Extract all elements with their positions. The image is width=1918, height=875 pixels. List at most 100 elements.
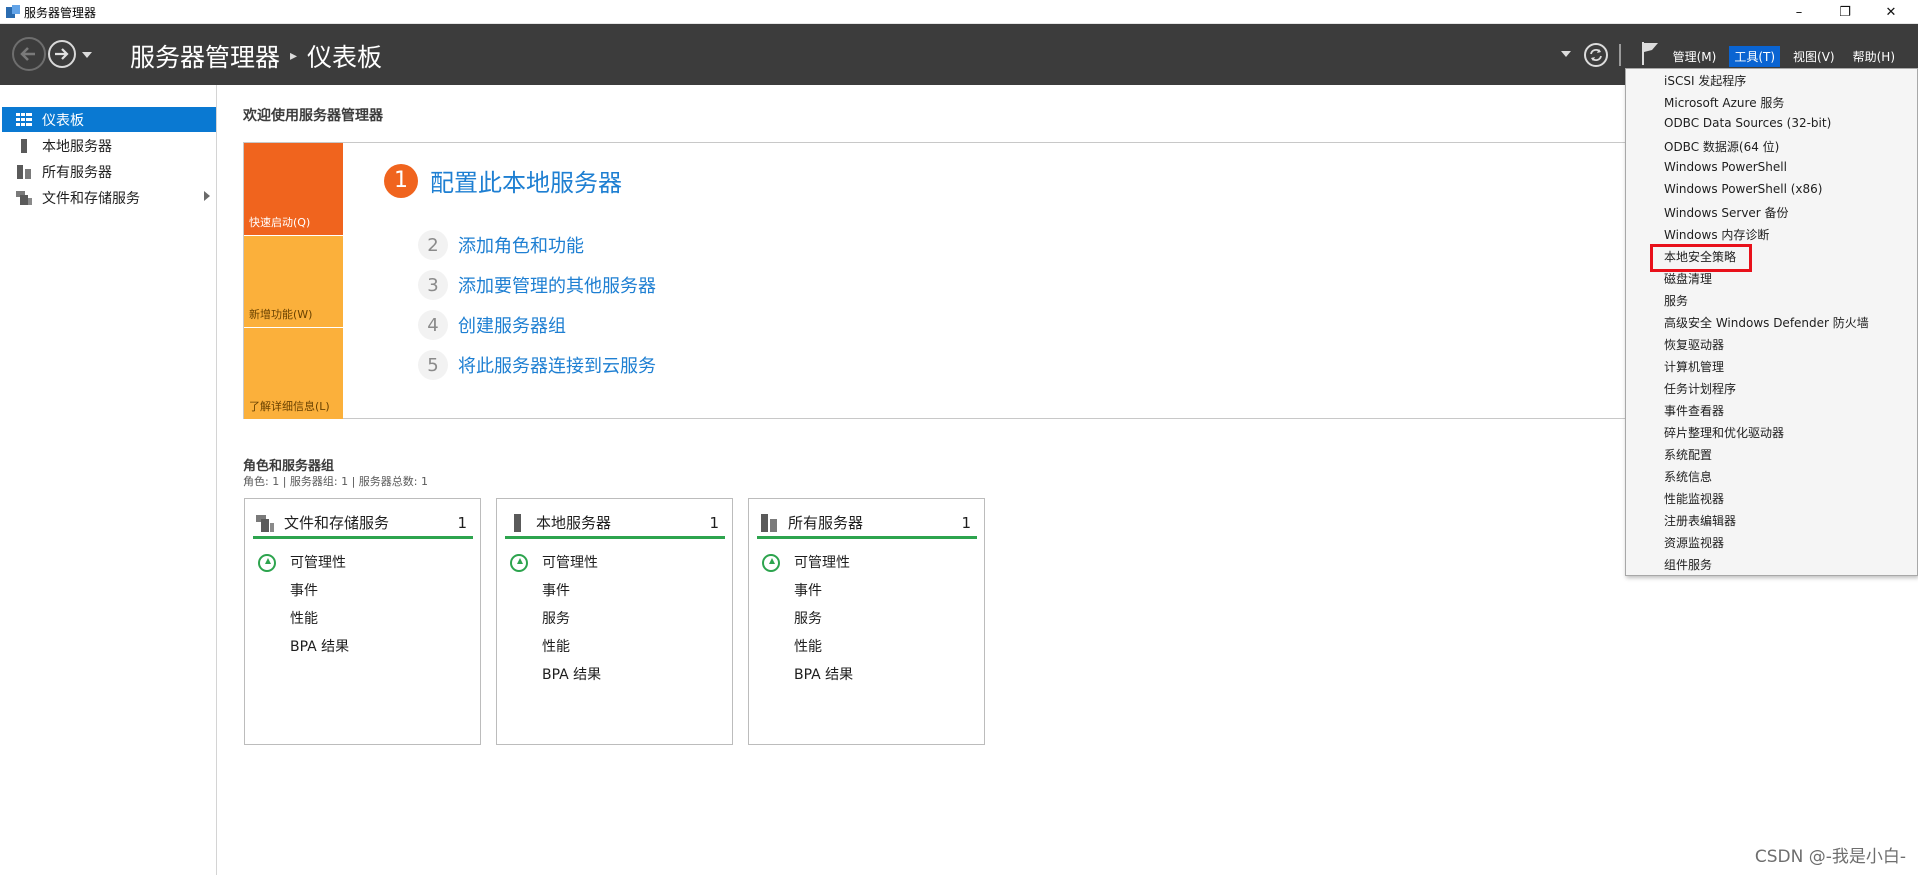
card-row-performance[interactable]: 性能: [794, 636, 822, 656]
step-number-badge: 1: [384, 163, 418, 198]
menu-item-resource-monitor[interactable]: 资源监视器: [1664, 534, 1724, 551]
menu-item-system-information[interactable]: 系统信息: [1664, 468, 1712, 485]
menu-item-powershell-x86[interactable]: Windows PowerShell (x86): [1664, 182, 1822, 196]
card-row-events[interactable]: 事件: [290, 580, 318, 600]
minimize-button[interactable]: –: [1776, 0, 1822, 24]
step-connect-cloud-link[interactable]: 5 将此服务器连接到云服务: [418, 350, 656, 380]
tile-learn-more[interactable]: 了解详细信息(L): [244, 328, 343, 419]
step-number-badge: 4: [418, 310, 448, 340]
menu-manage[interactable]: 管理(M): [1668, 46, 1722, 67]
sidebar-item-label: 文件和存储服务: [42, 190, 140, 207]
configure-local-server-link[interactable]: 1 配置此本地服务器: [384, 163, 622, 198]
menu-item-odbc-32[interactable]: ODBC Data Sources (32-bit): [1664, 116, 1831, 130]
role-card-all-servers[interactable]: 所有服务器 1 可管理性 事件 服务 性能 BPA 结果: [748, 498, 985, 745]
menu-item-server-backup[interactable]: Windows Server 备份: [1664, 204, 1789, 221]
menu-item-powershell[interactable]: Windows PowerShell: [1664, 160, 1787, 174]
sidebar-item-label: 所有服务器: [42, 164, 112, 181]
back-button[interactable]: [12, 37, 46, 71]
card-row-services[interactable]: 服务: [542, 608, 570, 628]
step-add-roles-link[interactable]: 2 添加角色和功能: [418, 230, 584, 260]
servers-icon: [761, 513, 777, 532]
menu-bar: 管理(M) 工具(T) 视图(V) 帮助(H): [1660, 46, 1900, 67]
card-row-manageability[interactable]: 可管理性: [290, 552, 346, 572]
card-row-performance[interactable]: 性能: [290, 608, 318, 628]
title-bar: 服务器管理器 – ❐ ✕: [0, 0, 1918, 24]
roles-section-title: 角色和服务器组: [243, 459, 335, 474]
tile-quick-start[interactable]: 快速启动(Q): [244, 143, 343, 235]
forward-button[interactable]: [48, 40, 76, 68]
breadcrumb-root[interactable]: 服务器管理器: [130, 38, 280, 74]
roles-summary: 角色: 1 | 服务器组: 1 | 服务器总数: 1: [243, 475, 429, 488]
sidebar-item-all-servers[interactable]: 所有服务器: [2, 159, 216, 184]
card-row-bpa[interactable]: BPA 结果: [794, 664, 853, 684]
toolbar-divider: [1619, 44, 1621, 66]
menu-item-defender-firewall[interactable]: 高级安全 Windows Defender 防火墙: [1664, 314, 1869, 331]
expand-arrow-icon[interactable]: [204, 191, 210, 201]
menu-item-odbc-64[interactable]: ODBC 数据源(64 位): [1664, 138, 1779, 155]
card-header[interactable]: 文件和存储服务 1: [253, 509, 473, 539]
step-number-badge: 5: [418, 350, 448, 380]
welcome-heading: 欢迎使用服务器管理器: [243, 108, 383, 124]
card-row-services[interactable]: 服务: [794, 608, 822, 628]
card-count: 1: [709, 513, 719, 532]
menu-item-iscsi[interactable]: iSCSI 发起程序: [1664, 72, 1746, 89]
card-row-events[interactable]: 事件: [794, 580, 822, 600]
card-header[interactable]: 本地服务器 1: [505, 509, 725, 539]
menu-item-computer-management[interactable]: 计算机管理: [1664, 358, 1724, 375]
dropdown-arrow-icon[interactable]: [1561, 50, 1571, 58]
menu-item-defragment[interactable]: 碎片整理和优化驱动器: [1664, 424, 1784, 441]
step-label: 添加角色和功能: [458, 236, 584, 257]
menu-item-recovery-drive[interactable]: 恢复驱动器: [1664, 336, 1724, 353]
sidebar-item-local-server[interactable]: 本地服务器: [2, 133, 216, 158]
server-manager-app-icon: [6, 5, 20, 18]
sidebar: 仪表板 本地服务器 所有服务器 文件和存储服务: [0, 85, 217, 875]
menu-item-component-services[interactable]: 组件服务: [1664, 556, 1712, 573]
menu-item-task-scheduler[interactable]: 任务计划程序: [1664, 380, 1736, 397]
card-count: 1: [457, 513, 467, 532]
step-number-badge: 2: [418, 230, 448, 260]
sidebar-item-label: 本地服务器: [42, 138, 112, 155]
card-row-bpa[interactable]: BPA 结果: [542, 664, 601, 684]
status-ok-icon: [762, 554, 780, 572]
refresh-icon[interactable]: [1583, 42, 1609, 68]
menu-item-performance-monitor[interactable]: 性能监视器: [1664, 490, 1724, 507]
card-title: 本地服务器: [536, 514, 612, 532]
menu-item-services[interactable]: 服务: [1664, 292, 1688, 309]
sidebar-item-dashboard[interactable]: 仪表板: [2, 107, 216, 132]
menu-item-memory-diagnostic[interactable]: Windows 内存诊断: [1664, 226, 1769, 243]
configure-local-server-label: 配置此本地服务器: [430, 169, 622, 197]
menu-item-registry-editor[interactable]: 注册表编辑器: [1664, 512, 1736, 529]
role-card-file-storage[interactable]: 文件和存储服务 1 可管理性 事件 性能 BPA 结果: [244, 498, 481, 745]
history-dropdown-icon[interactable]: [82, 51, 92, 59]
menu-tools[interactable]: 工具(T): [1729, 46, 1781, 67]
step-create-group-link[interactable]: 4 创建服务器组: [418, 310, 566, 340]
menu-item-disk-cleanup[interactable]: 磁盘清理: [1664, 270, 1712, 287]
card-row-events[interactable]: 事件: [542, 580, 570, 600]
step-number-badge: 3: [418, 270, 448, 300]
step-add-servers-link[interactable]: 3 添加要管理的其他服务器: [418, 270, 656, 300]
menu-item-system-configuration[interactable]: 系统配置: [1664, 446, 1712, 463]
status-ok-icon: [510, 554, 528, 572]
step-label: 创建服务器组: [458, 316, 566, 337]
step-label: 将此服务器连接到云服务: [458, 356, 656, 377]
card-row-manageability[interactable]: 可管理性: [794, 552, 850, 572]
menu-item-azure[interactable]: Microsoft Azure 服务: [1664, 94, 1784, 111]
arrow-left-icon: [20, 47, 35, 61]
card-title: 所有服务器: [788, 514, 864, 532]
breadcrumb-separator-icon: ▸: [290, 48, 298, 64]
card-row-bpa[interactable]: BPA 结果: [290, 636, 349, 656]
tile-whats-new[interactable]: 新增功能(W): [244, 236, 343, 327]
close-button[interactable]: ✕: [1868, 0, 1914, 24]
role-card-local-server[interactable]: 本地服务器 1 可管理性 事件 服务 性能 BPA 结果: [496, 498, 733, 745]
card-row-performance[interactable]: 性能: [542, 636, 570, 656]
step-label: 添加要管理的其他服务器: [458, 276, 656, 297]
menu-view[interactable]: 视图(V): [1788, 46, 1840, 67]
card-header[interactable]: 所有服务器 1: [757, 509, 977, 539]
restore-button[interactable]: ❐: [1822, 0, 1868, 24]
file-storage-icon: [256, 514, 274, 532]
card-row-manageability[interactable]: 可管理性: [542, 552, 598, 572]
dashboard-icon: [16, 112, 32, 126]
sidebar-item-file-storage[interactable]: 文件和存储服务: [2, 185, 216, 210]
menu-item-event-viewer[interactable]: 事件查看器: [1664, 402, 1724, 419]
menu-help[interactable]: 帮助(H): [1848, 46, 1900, 67]
